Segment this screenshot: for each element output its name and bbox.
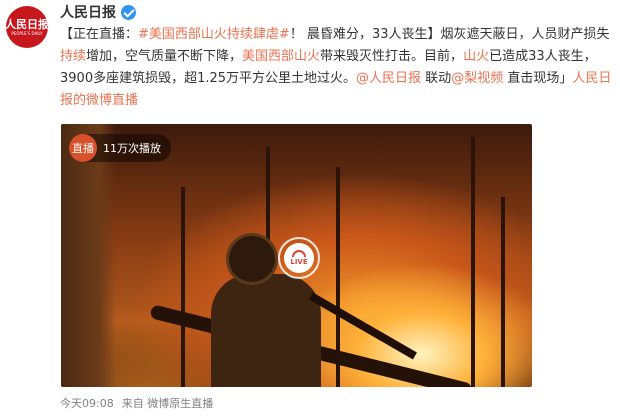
post-text-segment: 联动 [421,71,452,86]
firefighter-silhouette [211,274,321,387]
author-name[interactable]: 人民日报 [60,2,116,22]
post-link[interactable]: @人民日报 [356,71,421,86]
firefighter-helmet [229,236,275,282]
tree-silhouette [501,197,505,387]
live-badge-inner: LIVE [284,243,314,273]
live-video-player[interactable]: 直播 11万次播放 LIVE [61,124,532,387]
signal-icon [292,250,306,257]
post-source[interactable]: 来自 微博原生直播 [122,395,214,411]
avatar-logo-subtext: PEOPLE'S DAILY [11,30,43,36]
live-tag: 直播 [69,134,97,162]
view-count: 11万次播放 [103,142,161,155]
live-badge-text: LIVE [290,258,308,266]
post-text: 【正在直播：#美国西部山火持续肆虐#！ 晨昏难分，33人丧生】烟灰遮天蔽日，人员… [60,24,616,112]
author-row: 人民日报 [60,2,136,22]
verified-badge-icon [121,4,136,20]
post-text-segment: 直击现场」 [503,71,573,86]
post-text-segment: ！ 晨昏难分，33人丧生】烟灰遮天蔽日，人员财产损失 [289,27,610,42]
post-text-segment: 带来毁灭性打击。目前， [320,49,464,64]
post-text-segment: 增加，空气质量不断下降， [86,49,243,64]
post-link[interactable]: 美国西部山火 [242,49,320,64]
post-link[interactable]: #美国西部山火持续肆虐# [138,27,290,42]
avatar-logo-text: 人民日报 [6,17,48,31]
post-footer: 今天09:08 来自 微博原生直播 [60,394,213,412]
porch-beam [61,124,116,387]
tree-silhouette [181,187,185,387]
avatar[interactable]: 人民日报 PEOPLE'S DAILY [6,6,48,48]
post-time[interactable]: 今天09:08 [60,395,114,411]
tree-silhouette [471,137,475,387]
post-text-segment: 【正在直播： [60,27,139,42]
live-camera-icon[interactable]: LIVE [278,237,320,279]
post-link[interactable]: 持续 [60,49,86,64]
post-link[interactable]: @梨视频 [451,71,503,86]
live-view-pill: 直播 11万次播放 [69,134,171,162]
post-link[interactable]: 山火 [463,49,489,64]
